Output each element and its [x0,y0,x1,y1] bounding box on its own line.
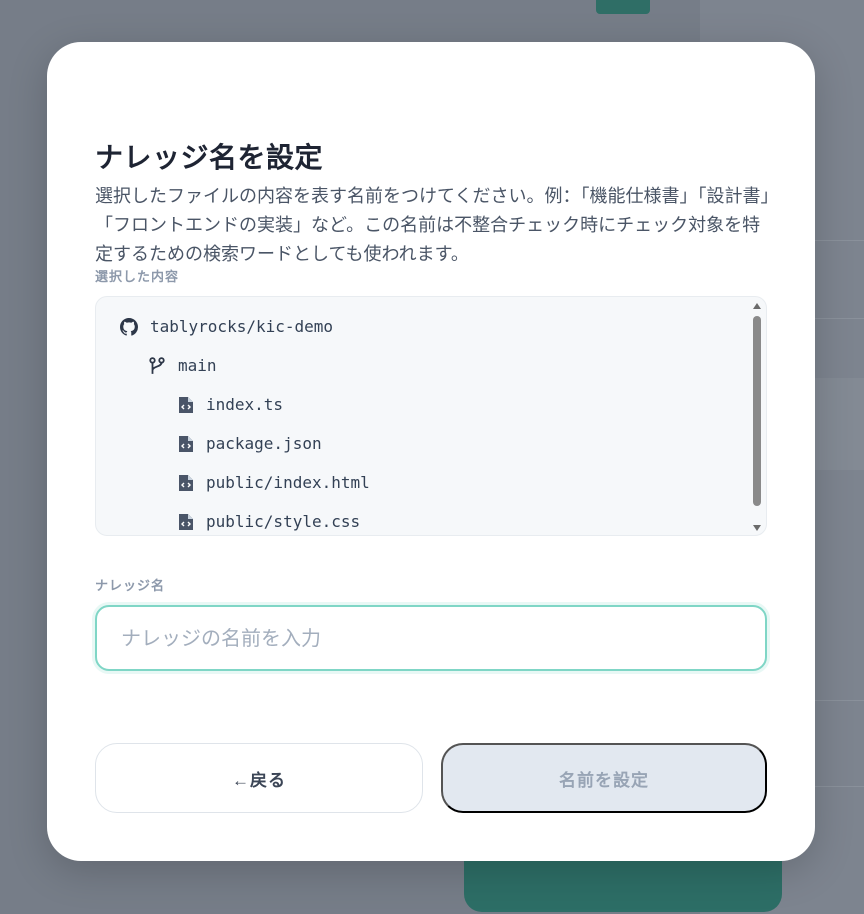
github-icon [120,317,138,336]
git-branch-icon [149,356,165,374]
back-button[interactable]: ←戻る [95,743,423,813]
file-name: public/index.html [206,473,370,492]
file-name: package.json [206,434,322,453]
knowledge-name-input[interactable] [95,605,767,671]
code-file-icon [179,435,193,452]
scroll-up-arrow-icon[interactable] [753,303,761,309]
knowledge-name-dialog: ナレッジ名を設定 選択したファイルの内容を表す名前をつけてください。例：「機能仕… [47,42,815,861]
code-file-icon [179,513,193,530]
tree-file-row: public/index.html [178,473,370,492]
knowledge-name-label: ナレッジ名 [95,579,166,594]
tree-file-row: package.json [178,434,322,453]
branch-name: main [178,356,217,375]
dialog-title: ナレッジ名を設定 [95,141,324,174]
dialog-description: 選択したファイルの内容を表す名前をつけてください。例：「機能仕様書」「設計書」「… [95,186,770,265]
selected-content-tree[interactable]: tablyrocks/kic-demo main index.ts packag… [95,296,767,536]
selected-content-label: 選択した内容 [95,270,180,285]
code-file-icon [179,396,193,413]
tree-branch-row: main [148,356,217,375]
scroll-down-arrow-icon[interactable] [753,525,761,531]
code-file-icon [179,474,193,491]
tree-repo-row: tablyrocks/kic-demo [120,317,333,336]
file-name: index.ts [206,395,284,414]
repo-name: tablyrocks/kic-demo [150,317,334,336]
file-name: public/style.css [206,512,361,531]
set-name-button[interactable]: 名前を設定 [441,743,767,813]
tree-scrollbar[interactable] [752,301,762,533]
scroll-thumb[interactable] [753,316,761,506]
tree-file-row: index.ts [178,395,283,414]
tree-file-row: public/style.css [178,512,360,531]
background-chip [596,0,650,14]
background-row [812,378,864,470]
